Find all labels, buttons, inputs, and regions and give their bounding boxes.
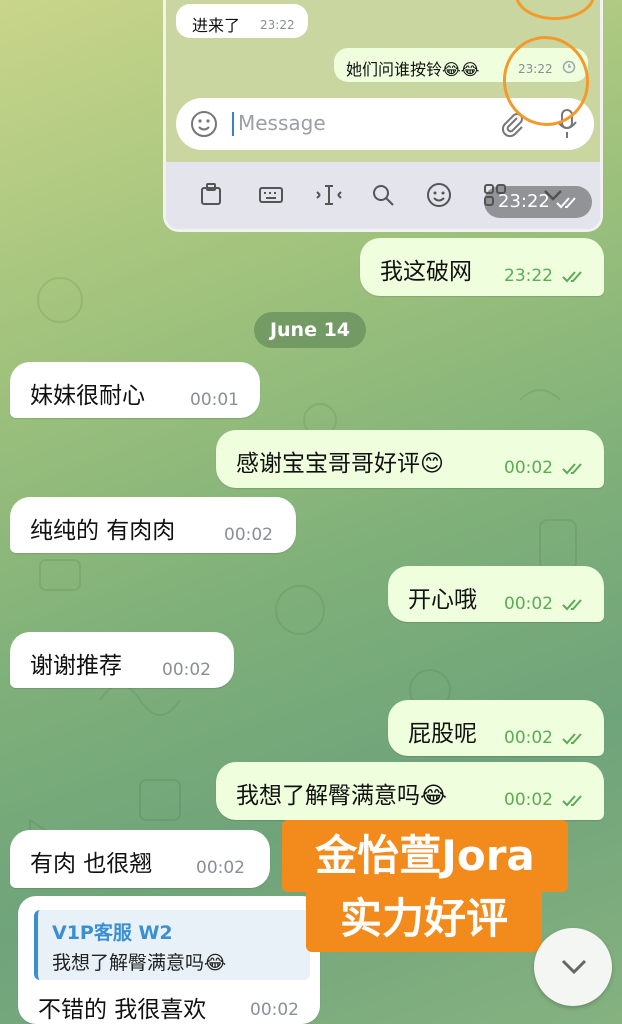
embedded-message-text: 她们问谁按铃😂😂 — [346, 60, 480, 79]
message-text: 纯纯的 有肉肉 — [30, 518, 176, 544]
incoming-message[interactable]: 纯纯的 有肉肉 00:02 — [10, 497, 296, 553]
promo-line2: 实力好评 — [306, 886, 542, 952]
outgoing-message[interactable]: 屁股呢 00:02 — [388, 700, 604, 756]
incoming-message[interactable]: 谢谢推荐 00:02 — [10, 632, 234, 688]
double-check-icon — [562, 733, 582, 745]
reply-quote[interactable]: V1P客服 W2 我想了解臀满意吗😂 — [34, 910, 310, 980]
incoming-message[interactable]: 有肉 也很翘 00:02 — [10, 830, 270, 888]
message-text: 不错的 我很喜欢 — [38, 997, 207, 1023]
emoji-icon — [191, 111, 217, 137]
message-time: 00:01 — [190, 390, 239, 410]
double-check-icon — [556, 197, 576, 209]
reply-author: V1P客服 W2 — [52, 922, 173, 944]
clipboard-icon — [201, 183, 221, 205]
outgoing-message[interactable]: 我这破网 23:22 — [360, 238, 604, 296]
message-time: 00:02 — [504, 594, 553, 614]
message-text: 有肉 也很翘 — [30, 851, 153, 877]
message-text: 妹妹很耐心 — [30, 383, 145, 409]
incoming-message[interactable]: 妹妹很耐心 00:01 — [10, 362, 260, 418]
reply-quoted-text: 我想了解臀满意吗😂 — [52, 952, 227, 974]
message-text: 感谢宝宝哥哥好评😊 — [236, 451, 444, 477]
search-icon — [373, 185, 394, 206]
outgoing-message[interactable]: 感谢宝宝哥哥好评😊 00:02 — [216, 430, 604, 488]
message-text: 开心哦 — [408, 587, 477, 613]
text-cursor-icon — [316, 185, 342, 205]
message-time: 00:02 — [504, 728, 553, 748]
outgoing-message[interactable]: 我想了解臀满意吗😂 00:02 — [216, 762, 604, 820]
scroll-down-button[interactable] — [534, 928, 612, 1006]
reply-message[interactable]: V1P客服 W2 我想了解臀满意吗😂 不错的 我很喜欢 00:02 — [18, 896, 320, 1024]
message-time: 00:02 — [162, 660, 211, 680]
embedded-keyboard-toolbar: 23:22 — [166, 162, 600, 229]
embedded-overlay-time: 23:22 — [498, 191, 550, 212]
embedded-time-overlay: 23:22 — [484, 186, 592, 218]
message-text: 我想了解臀满意吗😂 — [236, 783, 447, 809]
emoji-icon — [427, 183, 451, 207]
message-time: 00:02 — [250, 1000, 299, 1020]
date-divider: June 14 — [254, 312, 366, 348]
message-time: 00:02 — [224, 525, 273, 545]
keyboard-icon — [259, 187, 283, 203]
embedded-message-text: 进来了 — [192, 16, 241, 35]
embedded-input-placeholder: Message — [238, 111, 326, 135]
embedded-incoming-message: 进来了 23:22 — [176, 4, 308, 38]
embedded-message-time: 23:22 — [260, 18, 295, 32]
double-check-icon — [562, 271, 582, 283]
double-check-icon — [562, 463, 582, 475]
message-time: 23:22 — [504, 266, 553, 286]
double-check-icon — [562, 795, 582, 807]
message-text: 屁股呢 — [408, 721, 477, 747]
message-time: 00:02 — [504, 458, 553, 478]
outgoing-message[interactable]: 开心哦 00:02 — [388, 566, 604, 622]
chevron-down-icon — [561, 959, 587, 975]
message-text: 我这破网 — [380, 259, 472, 285]
message-time: 00:02 — [504, 790, 553, 810]
promo-line1: 金怡萱Jora — [282, 820, 568, 892]
message-text: 谢谢推荐 — [30, 653, 122, 679]
message-time: 00:02 — [196, 858, 245, 878]
double-check-icon — [562, 599, 582, 611]
